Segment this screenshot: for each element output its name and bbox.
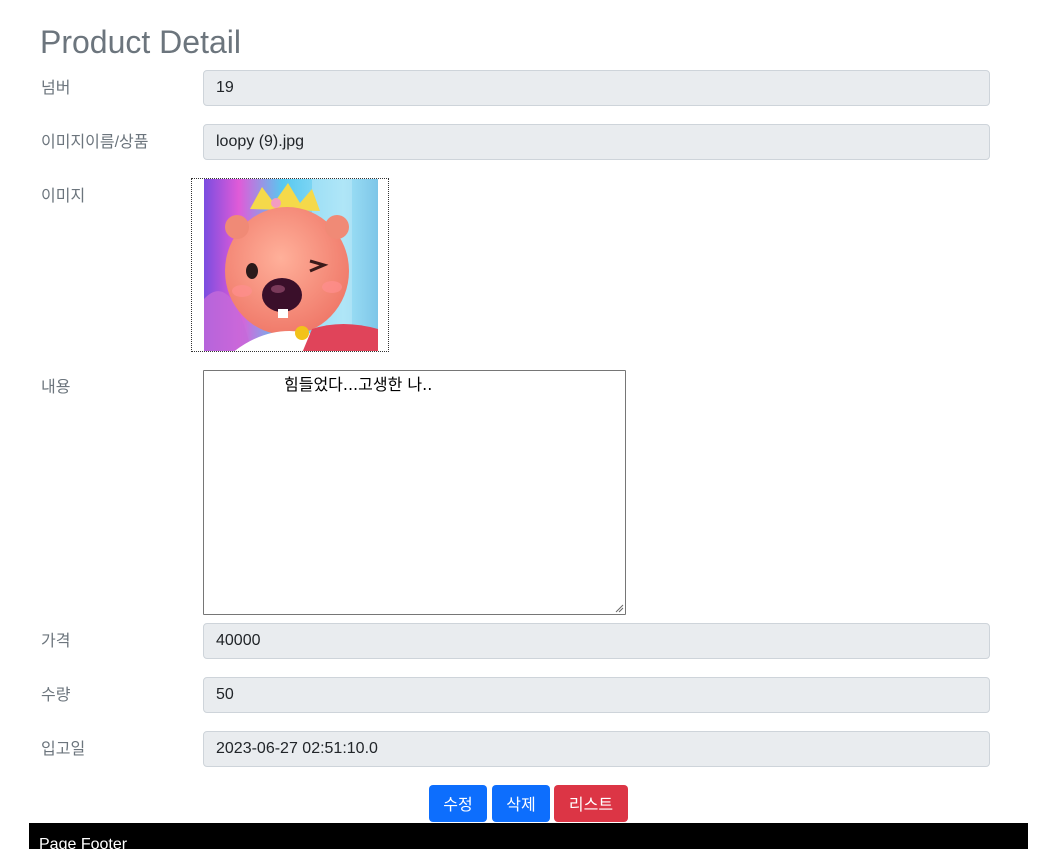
image-label: 이미지: [41, 188, 86, 205]
list-button[interactable]: 리스트: [554, 785, 628, 822]
delete-button[interactable]: 삭제: [492, 785, 550, 822]
price-field[interactable]: 40000: [203, 623, 990, 659]
image-name-label: 이미지이름/상품: [41, 134, 149, 151]
image-name-field[interactable]: loopy (9).jpg: [203, 124, 990, 160]
footer-text: Page Footer: [39, 836, 128, 849]
number-label: 넘버: [41, 80, 71, 97]
page-footer: Page Footer: [29, 823, 1028, 849]
product-image: [191, 178, 389, 352]
quantity-label: 수량: [41, 687, 71, 704]
page-title: Product Detail: [40, 24, 241, 60]
resize-grip-icon[interactable]: [614, 603, 624, 613]
number-field[interactable]: 19: [203, 70, 990, 106]
content-text: 힘들었다...고생한 나..: [284, 375, 433, 394]
content-label: 내용: [41, 379, 71, 396]
loopy-character-image: [204, 179, 378, 351]
content-textarea[interactable]: 힘들었다...고생한 나..: [203, 370, 626, 615]
date-label: 입고일: [41, 741, 86, 758]
date-field[interactable]: 2023-06-27 02:51:10.0: [203, 731, 990, 767]
price-label: 가격: [41, 633, 71, 650]
quantity-field[interactable]: 50: [203, 677, 990, 713]
edit-button[interactable]: 수정: [429, 785, 487, 822]
product-detail-page: Product Detail 넘버 19 이미지이름/상품 loopy (9).…: [0, 0, 1052, 849]
